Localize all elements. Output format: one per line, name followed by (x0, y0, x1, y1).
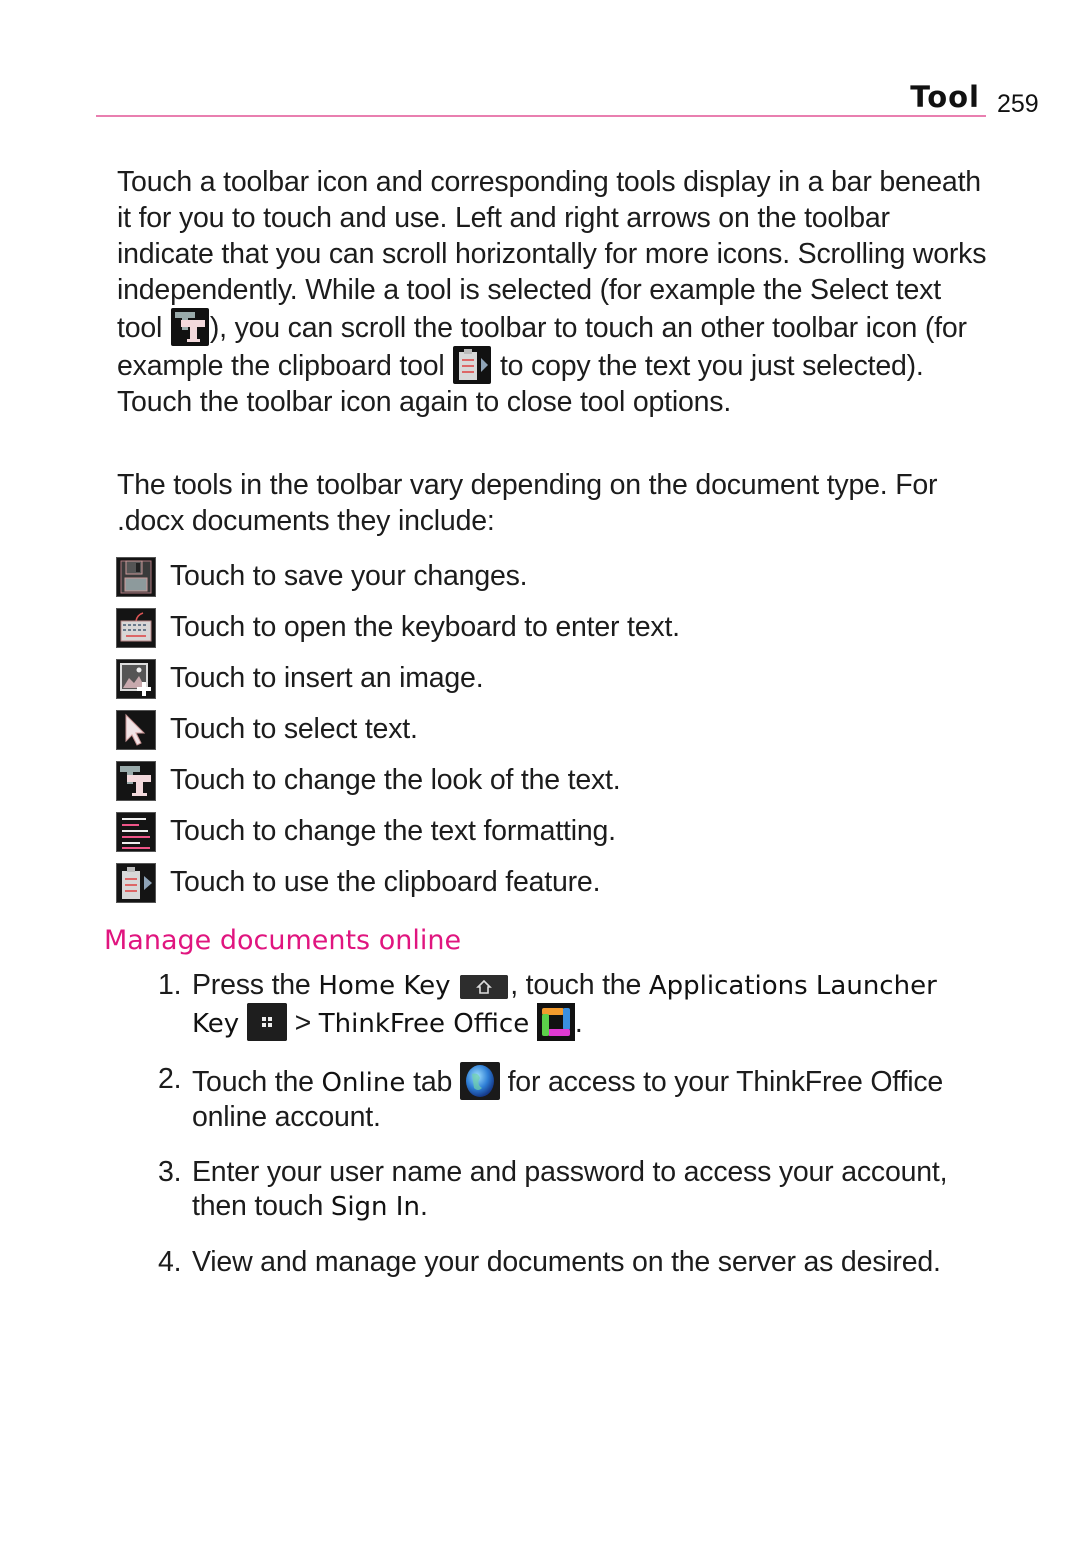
tool-label: Touch to insert an image. (170, 662, 484, 694)
step-text: . (419, 1190, 428, 1222)
step-text: Press the (192, 969, 319, 1001)
step-1: 1. Press the Home Key , touch the Applic… (158, 968, 988, 1041)
tools-list: Touch to save your changes. Touch to ope… (116, 551, 680, 908)
step-number: 2. (158, 1063, 182, 1095)
page-number: 259 (997, 90, 1039, 118)
step-text: , touch the (510, 969, 649, 1001)
header-divider (96, 115, 986, 117)
manage-documents-heading: Manage documents online (104, 925, 462, 956)
tool-item-text-style: Touch to change the look of the text. (116, 755, 680, 806)
tool-item-text-format: Touch to change the text formatting. (116, 806, 680, 857)
step-text: tab (405, 1066, 460, 1098)
thinkfree-office-icon (536, 1003, 575, 1041)
app-launcher-icon (246, 1003, 287, 1041)
tool-item-clipboard: Touch to use the clipboard feature. (116, 857, 680, 908)
text-format-icon (116, 811, 156, 852)
toolbar-description: The tools in the toolbar vary depending … (117, 469, 938, 537)
tool-item-save: Touch to save your changes. (116, 551, 680, 602)
tool-label: Touch to change the look of the text. (170, 764, 621, 796)
step-3: 3. Enter your user name and password to … (158, 1155, 988, 1224)
select-pointer-icon (116, 709, 156, 750)
keyboard-icon (116, 607, 156, 648)
intro-paragraph: Touch a toolbar icon and corresponding t… (117, 164, 987, 420)
save-icon (116, 556, 156, 597)
tool-label: Touch to select text. (170, 713, 418, 745)
steps-list: 1. Press the Home Key , touch the Applic… (158, 968, 988, 1300)
step-number: 1. (158, 969, 182, 1001)
tool-item-insert-image: Touch to insert an image. (116, 653, 680, 704)
sign-in-label: Sign In (330, 1192, 420, 1222)
online-tab-label: Online (321, 1068, 406, 1098)
step-text: Touch the (192, 1066, 322, 1098)
section-title: Tool (910, 80, 980, 114)
tool-item-keyboard: Touch to open the keyboard to enter text… (116, 602, 680, 653)
tool-label: Touch to save your changes. (170, 560, 528, 592)
step-number: 4. (158, 1246, 182, 1278)
text-style-icon (170, 308, 209, 346)
text-style-icon (116, 760, 156, 801)
thinkfree-office-label: ThinkFree Office (318, 1009, 530, 1039)
step-text: View and manage your documents on the se… (192, 1246, 941, 1278)
step-text: Enter your user name and password to acc… (192, 1156, 948, 1222)
insert-image-icon (116, 658, 156, 699)
tool-item-select: Touch to select text. (116, 704, 680, 755)
step-text: > (286, 1007, 319, 1039)
tool-label: Touch to change the text formatting. (170, 815, 616, 847)
step-text: . (574, 1007, 583, 1039)
step-number: 3. (158, 1156, 182, 1188)
tool-label: Touch to use the clipboard feature. (170, 866, 601, 898)
tool-label: Touch to open the keyboard to enter text… (170, 611, 680, 643)
step-2: 2. Touch the Online tab for access to yo… (158, 1062, 988, 1134)
online-globe-icon (459, 1062, 500, 1100)
clipboard-icon (116, 862, 156, 903)
home-key-label: Home Key (318, 971, 451, 1001)
step-4: 4. View and manage your documents on the… (158, 1245, 988, 1279)
home-icon (460, 975, 509, 999)
clipboard-icon (453, 346, 492, 384)
